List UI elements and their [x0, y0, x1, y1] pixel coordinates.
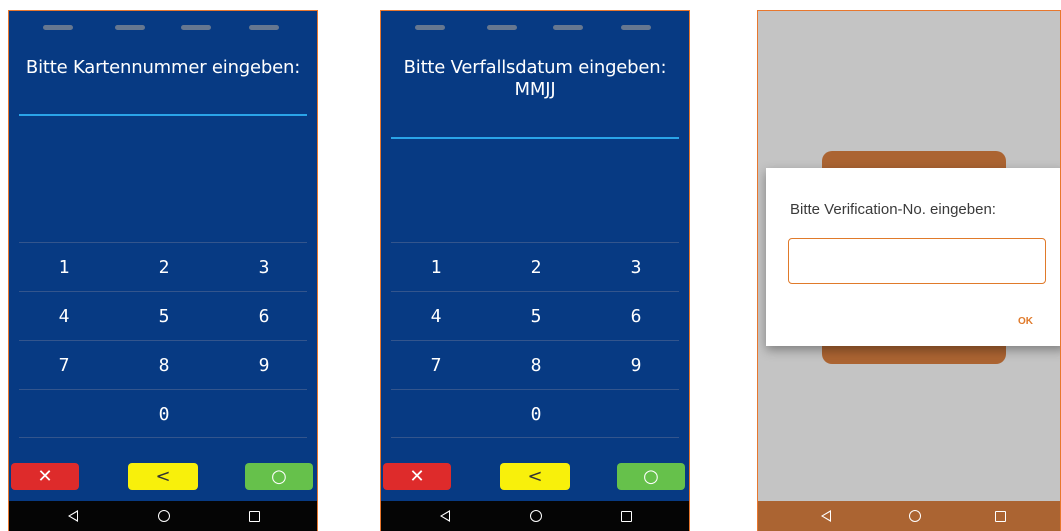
confirm-button[interactable]: ○: [245, 463, 313, 490]
key-3[interactable]: 3: [591, 243, 681, 291]
android-nav-bar: [9, 501, 317, 531]
status-dots: [381, 25, 689, 31]
keypad-row: 0: [19, 389, 307, 438]
nav-back-button[interactable]: [53, 501, 93, 531]
key-6[interactable]: 6: [591, 292, 681, 340]
keypad-row: 1 2 3: [391, 242, 679, 291]
recents-square-icon: [994, 510, 1006, 522]
numeric-keypad: 1 2 3 4 5 6 7 8 9 0: [391, 242, 679, 438]
key-9[interactable]: 9: [219, 341, 309, 389]
android-nav-bar: [381, 501, 689, 531]
android-nav-bar: [758, 501, 1060, 531]
dialog-title: Bitte Verification-No. eingeben:: [790, 201, 996, 218]
nav-back-button[interactable]: [425, 501, 465, 531]
cancel-button[interactable]: ✕: [11, 463, 79, 490]
nav-home-button[interactable]: [516, 501, 556, 531]
key-2[interactable]: 2: [491, 243, 581, 291]
keypad-row: 1 2 3: [19, 242, 307, 291]
key-1[interactable]: 1: [19, 243, 109, 291]
expiry-date-entry-line[interactable]: [391, 137, 679, 139]
key-1[interactable]: 1: [391, 243, 481, 291]
status-dot: [249, 25, 279, 30]
verification-screen: Bitte Verification-No. eingeben: OK: [757, 10, 1061, 531]
card-number-entry-line[interactable]: [19, 114, 307, 116]
status-dots: [9, 25, 317, 31]
expiry-date-screen: Bitte Verfallsdatum eingeben: MMJJ 1 2 3…: [380, 10, 690, 531]
home-circle-icon: [530, 510, 542, 522]
nav-home-button[interactable]: [144, 501, 184, 531]
backspace-button[interactable]: <: [500, 463, 570, 490]
key-2[interactable]: 2: [119, 243, 209, 291]
key-0[interactable]: 0: [491, 390, 581, 438]
dialog-ok-button[interactable]: OK: [1018, 316, 1033, 327]
function-keys: ✕ < ○: [9, 463, 317, 490]
keypad-row: 4 5 6: [391, 291, 679, 340]
home-circle-icon: [909, 510, 921, 522]
home-circle-icon: [158, 510, 170, 522]
key-9[interactable]: 9: [591, 341, 681, 389]
cancel-button[interactable]: ✕: [383, 463, 451, 490]
nav-back-button[interactable]: [806, 501, 846, 531]
key-7[interactable]: 7: [19, 341, 109, 389]
card-number-prompt: Bitte Kartennummer eingeben:: [25, 57, 301, 78]
backspace-button[interactable]: <: [128, 463, 198, 490]
keypad-row: 7 8 9: [19, 340, 307, 389]
status-dot: [415, 25, 445, 30]
verification-dialog: Bitte Verification-No. eingeben: OK: [766, 168, 1060, 346]
function-keys: ✕ < ○: [381, 463, 689, 490]
status-dot: [621, 25, 651, 30]
status-dot: [487, 25, 517, 30]
key-8[interactable]: 8: [491, 341, 581, 389]
status-dot: [43, 25, 73, 30]
recents-square-icon: [620, 510, 632, 522]
keypad-row: 0: [391, 389, 679, 438]
nav-recents-button[interactable]: [980, 501, 1020, 531]
back-triangle-icon: [821, 510, 831, 522]
key-3[interactable]: 3: [219, 243, 309, 291]
back-triangle-icon: [440, 510, 450, 522]
key-7[interactable]: 7: [391, 341, 481, 389]
verification-number-input[interactable]: [788, 238, 1046, 284]
confirm-button[interactable]: ○: [617, 463, 685, 490]
nav-home-button[interactable]: [895, 501, 935, 531]
status-dot: [553, 25, 583, 30]
expiry-date-prompt: Bitte Verfallsdatum eingeben: MMJJ: [403, 57, 667, 100]
keypad-row: 4 5 6: [19, 291, 307, 340]
keypad-row: 7 8 9: [391, 340, 679, 389]
nav-recents-button[interactable]: [234, 501, 274, 531]
numeric-keypad: 1 2 3 4 5 6 7 8 9 0: [19, 242, 307, 438]
key-4[interactable]: 4: [391, 292, 481, 340]
nav-recents-button[interactable]: [606, 501, 646, 531]
recents-square-icon: [248, 510, 260, 522]
back-triangle-icon: [68, 510, 78, 522]
status-dot: [181, 25, 211, 30]
key-5[interactable]: 5: [491, 292, 581, 340]
key-8[interactable]: 8: [119, 341, 209, 389]
key-0[interactable]: 0: [119, 390, 209, 438]
status-dot: [115, 25, 145, 30]
key-6[interactable]: 6: [219, 292, 309, 340]
key-4[interactable]: 4: [19, 292, 109, 340]
card-number-screen: Bitte Kartennummer eingeben: 1 2 3 4 5 6…: [8, 10, 318, 531]
key-5[interactable]: 5: [119, 292, 209, 340]
